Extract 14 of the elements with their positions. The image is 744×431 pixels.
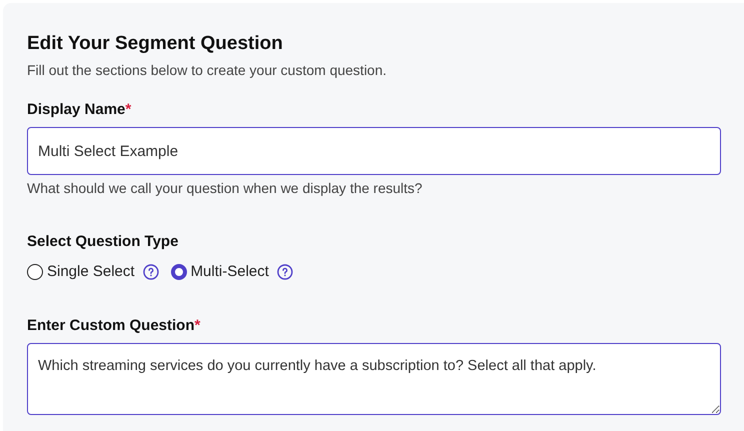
- display-name-field[interactable]: Multi Select Example: [27, 127, 721, 175]
- field-label: Display Name*: [27, 100, 132, 120]
- radio-label[interactable]: Multi-Select: [190, 261, 269, 284]
- radio-button[interactable]: [27, 264, 43, 280]
- form-subtitle: Fill out the sections below to create your custom question.: [27, 61, 388, 80]
- field-label: Enter Custom Question*: [27, 316, 202, 336]
- radio-button[interactable]: [170, 264, 187, 280]
- custom-question-field[interactable]: Which streaming services do you currently have a subscription to? Select all that apply.: [27, 342, 721, 414]
- help-icon[interactable]: [276, 264, 293, 280]
- help-text: What should we call your question when we display the results?: [27, 179, 424, 198]
- form-title: Edit Your Segment Question: [27, 32, 284, 56]
- radio-label[interactable]: Single Select: [47, 261, 135, 284]
- field-label: Select Question Type: [27, 232, 180, 252]
- help-icon[interactable]: [142, 264, 159, 280]
